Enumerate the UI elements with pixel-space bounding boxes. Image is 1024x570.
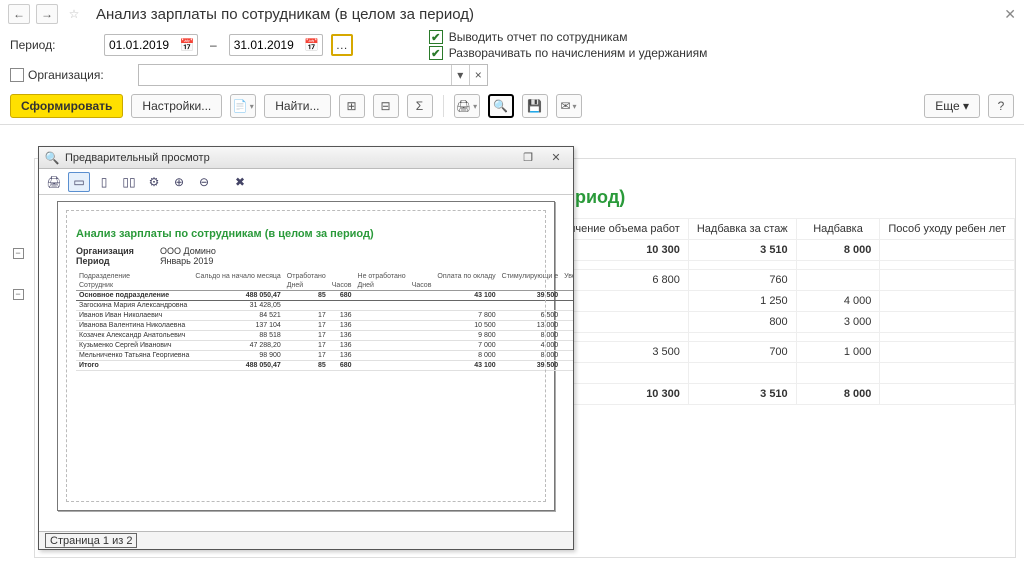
calendar-icon[interactable]: 📅 bbox=[302, 35, 322, 55]
date-from-input[interactable] bbox=[105, 38, 177, 52]
calendar-icon[interactable]: 📅 bbox=[177, 35, 197, 55]
pv-close-button[interactable]: ✖ bbox=[229, 172, 251, 192]
table-row: Мельниченко Татьяна Георгиевна98 9001713… bbox=[76, 351, 573, 361]
dropdown-icon[interactable]: ▾ bbox=[451, 65, 469, 85]
pv-zoom-out-button[interactable]: ⊖ bbox=[193, 172, 215, 192]
generate-button[interactable]: Сформировать bbox=[10, 94, 123, 118]
table-row: Иванов Иван Николаевич84 521171367 8006 … bbox=[76, 311, 573, 321]
table-row: Итого488 050,478568043 10039 50010 3003 … bbox=[76, 361, 573, 371]
save-button[interactable]: 💾 bbox=[522, 94, 548, 118]
clear-icon[interactable]: × bbox=[469, 65, 487, 85]
preview-table: ПодразделениеСальдо на начало месяцаОтра… bbox=[76, 272, 573, 371]
org-input[interactable] bbox=[139, 68, 451, 82]
org-checkbox[interactable] bbox=[10, 68, 24, 82]
table-row: Иванова Валентина Николаевна137 10417136… bbox=[76, 321, 573, 331]
org-label: Организация: bbox=[28, 68, 104, 82]
magnifier-icon: 🔍 bbox=[45, 151, 59, 165]
find-button[interactable]: Найти... bbox=[264, 94, 330, 118]
pv-fit-page-button[interactable]: ▭ bbox=[68, 172, 90, 192]
detach-window-button[interactable]: ❐ bbox=[517, 150, 539, 166]
date-from-field[interactable]: 📅 bbox=[104, 34, 198, 56]
date-to-field[interactable]: 📅 bbox=[229, 34, 323, 56]
print-preview-window: 🔍 Предварительный просмотр ❐ ✕ 🖨 ▭ ▯ ▯▯ … bbox=[38, 146, 574, 550]
date-to-input[interactable] bbox=[230, 38, 302, 52]
checkbox-label: Разворачивать по начислениям и удержания… bbox=[449, 46, 708, 60]
checkbox-expand-accruals[interactable]: ✔ Разворачивать по начислениям и удержан… bbox=[429, 46, 708, 60]
checkmark-icon: ✔ bbox=[429, 46, 443, 60]
report-column-header: Надбавка за стаж bbox=[688, 219, 796, 240]
help-button[interactable]: ? bbox=[988, 94, 1014, 118]
outline-collapse-button[interactable]: − bbox=[13, 248, 24, 259]
checkmark-icon: ✔ bbox=[429, 30, 443, 44]
close-icon[interactable]: ✕ bbox=[1004, 6, 1016, 23]
email-button[interactable]: ✉ bbox=[556, 94, 582, 118]
checkbox-label: Выводить отчет по сотрудникам bbox=[449, 30, 628, 44]
period-picker-button[interactable]: … bbox=[331, 34, 353, 56]
sum-button[interactable]: Σ bbox=[407, 94, 433, 118]
window-title: Анализ зарплаты по сотрудникам (в целом … bbox=[96, 6, 474, 23]
nav-forward-button[interactable]: → bbox=[36, 4, 58, 24]
org-field[interactable]: ▾ × bbox=[138, 64, 488, 86]
pv-two-page-button[interactable]: ▯▯ bbox=[118, 172, 140, 192]
expand-groups-button[interactable]: ⊞ bbox=[339, 94, 365, 118]
toolbar-separator bbox=[443, 95, 444, 117]
report-column-header: Надбавка bbox=[796, 219, 880, 240]
preview-title: Предварительный просмотр bbox=[65, 152, 511, 164]
report-column-header: Пособ уходу ребен лет bbox=[880, 219, 1015, 240]
outline-collapse-button[interactable]: − bbox=[13, 289, 24, 300]
pv-one-page-button[interactable]: ▯ bbox=[93, 172, 115, 192]
settings-button[interactable]: Настройки... bbox=[131, 94, 222, 118]
table-row: Основное подразделение488 050,478568043 … bbox=[76, 291, 573, 301]
preview-page-status: Страница 1 из 2 bbox=[45, 533, 137, 548]
favorite-star-icon[interactable]: ☆ bbox=[64, 4, 84, 24]
collapse-groups-button[interactable]: ⊟ bbox=[373, 94, 399, 118]
print-preview-button[interactable]: 🔍 bbox=[488, 94, 514, 118]
more-button[interactable]: Еще ▾ bbox=[924, 94, 980, 118]
date-range-dash: – bbox=[206, 38, 221, 52]
period-label: Период: bbox=[10, 38, 96, 52]
pv-zoom-in-button[interactable]: ⊕ bbox=[168, 172, 190, 192]
close-preview-button[interactable]: ✕ bbox=[545, 150, 567, 166]
table-row: Кузьменко Сергей Иванович47 288,20171367… bbox=[76, 341, 573, 351]
preview-page-title: Анализ зарплаты по сотрудникам (в целом … bbox=[76, 228, 536, 240]
nav-back-button[interactable]: ← bbox=[8, 4, 30, 24]
table-row: Загоскина Мария Александровна31 428,05 bbox=[76, 301, 573, 311]
pv-page-setup-button[interactable]: ⚙ bbox=[143, 172, 165, 192]
pv-print-button[interactable]: 🖨 bbox=[43, 172, 65, 192]
checkbox-by-employees[interactable]: ✔ Выводить отчет по сотрудникам bbox=[429, 30, 708, 44]
table-row: Козачек Александр Анатольевич88 51817136… bbox=[76, 331, 573, 341]
print-button[interactable]: 🖨 bbox=[454, 94, 480, 118]
preview-meta: ОрганизацияООО Домино ПериодЯнварь 2019 bbox=[76, 246, 536, 266]
preview-page: Анализ зарплаты по сотрудникам (в целом … bbox=[57, 201, 555, 511]
save-variant-button[interactable]: 📄 bbox=[230, 94, 256, 118]
